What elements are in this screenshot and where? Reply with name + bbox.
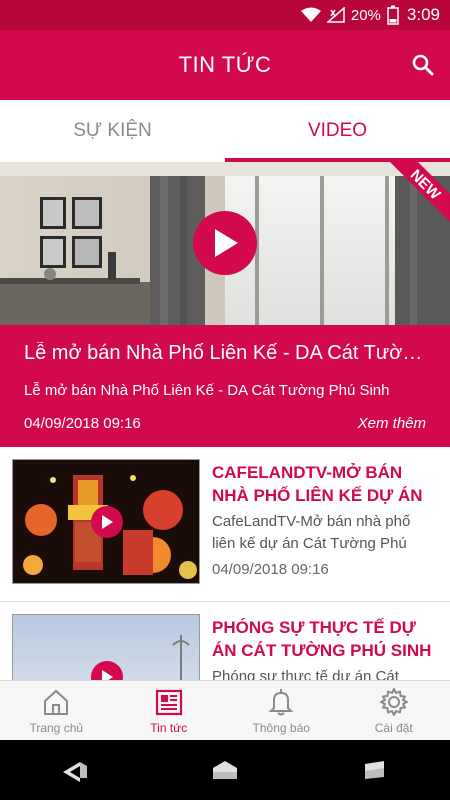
item-title[interactable]: PHÓNG SỰ THỰC TẾ DỰ ÁN CÁT TƯỜNG PHÚ SIN… [212,616,434,662]
status-bar: 20% 3:09 [0,0,450,30]
list-item[interactable]: PHÓNG SỰ THỰC TẾ DỰ ÁN CÁT TƯỜNG PHÚ SIN… [0,602,450,680]
video-list: CAFELANDTV-MỞ BÁN NHÀ PHỐ LIÊN KẾ DỰ ÁN … [0,447,450,680]
bell-icon [268,689,294,716]
featured-video-card[interactable]: NEW Lễ mở bán Nhà Phố Liên Kế - DA Cát T… [0,162,450,447]
battery-percent: 20% [350,6,381,24]
newspaper-icon [155,689,182,716]
nav-label: Thông báo [252,721,310,735]
home-button-icon[interactable] [205,755,245,785]
item-date: 04/09/2018 09:16 [212,561,329,578]
tab-label: VIDEO [307,120,368,141]
battery-icon [387,5,399,25]
item-text: PHÓNG SỰ THỰC TẾ DỰ ÁN CÁT TƯỜNG PHÚ SIN… [212,616,434,680]
nav-tin-tuc[interactable]: Tin tức [113,681,226,740]
wifi-icon [300,7,321,23]
page-title: TIN TỨC [178,52,272,77]
nav-label: Tin tức [150,721,188,735]
gear-icon [379,688,408,716]
clock: 3:09 [406,5,440,24]
tab-video[interactable]: VIDEO [225,100,450,162]
nav-label: Trang chủ [29,721,84,735]
recent-apps-icon[interactable] [355,755,395,785]
back-icon[interactable] [55,755,95,785]
item-description: CafeLandTV-Mở bán nhà phố liên kế dự án … [212,513,411,552]
search-icon[interactable] [410,52,436,78]
tab-bar: SỰ KIỆN VIDEO [0,100,450,162]
featured-subtitle: Lễ mở bán Nhà Phố Liên Kế - DA Cát Tường… [24,382,390,399]
app-bar: TIN TỨC [0,30,450,100]
bottom-navigation: Trang chủ Tin tức Thông báo Cài đặt [0,680,450,740]
item-title[interactable]: CAFELANDTV-MỞ BÁN NHÀ PHỐ LIÊN KẾ DỰ ÁN … [212,461,434,507]
home-icon [44,689,69,715]
system-navigation-bar [0,740,450,800]
list-item[interactable]: CAFELANDTV-MỞ BÁN NHÀ PHỐ LIÊN KẾ DỰ ÁN … [0,447,450,602]
new-ribbon: NEW [390,162,450,222]
video-thumbnail[interactable] [12,459,200,584]
see-more-link[interactable]: Xem thêm [358,415,426,432]
featured-thumbnail[interactable]: NEW [0,162,450,325]
item-description: Phóng sự thực tế dự án Cát Tường Phú Sin… [212,668,399,680]
featured-caption[interactable]: Lễ mở bán Nhà Phố Liên Kế - DA Cát Tường… [0,325,450,447]
tab-label: SỰ KIỆN [73,120,152,141]
play-button[interactable] [193,211,257,275]
video-thumbnail[interactable] [12,614,200,680]
featured-date: 04/09/2018 09:16 [24,415,141,432]
featured-title: Lễ mở bán Nhà Phố Liên Kế - DA Cát Tường… [24,342,429,364]
play-button[interactable] [91,506,123,538]
nav-label: Cài đặt [374,721,413,735]
tab-su-kien[interactable]: SỰ KIỆN [0,100,225,162]
signal-icon [326,7,345,23]
nav-trang-chu[interactable]: Trang chủ [0,681,113,740]
nav-cai-dat[interactable]: Cài đặt [338,681,450,740]
item-text: CAFELANDTV-MỞ BÁN NHÀ PHỐ LIÊN KẾ DỰ ÁN … [212,461,434,578]
nav-thong-bao[interactable]: Thông báo [225,681,338,740]
